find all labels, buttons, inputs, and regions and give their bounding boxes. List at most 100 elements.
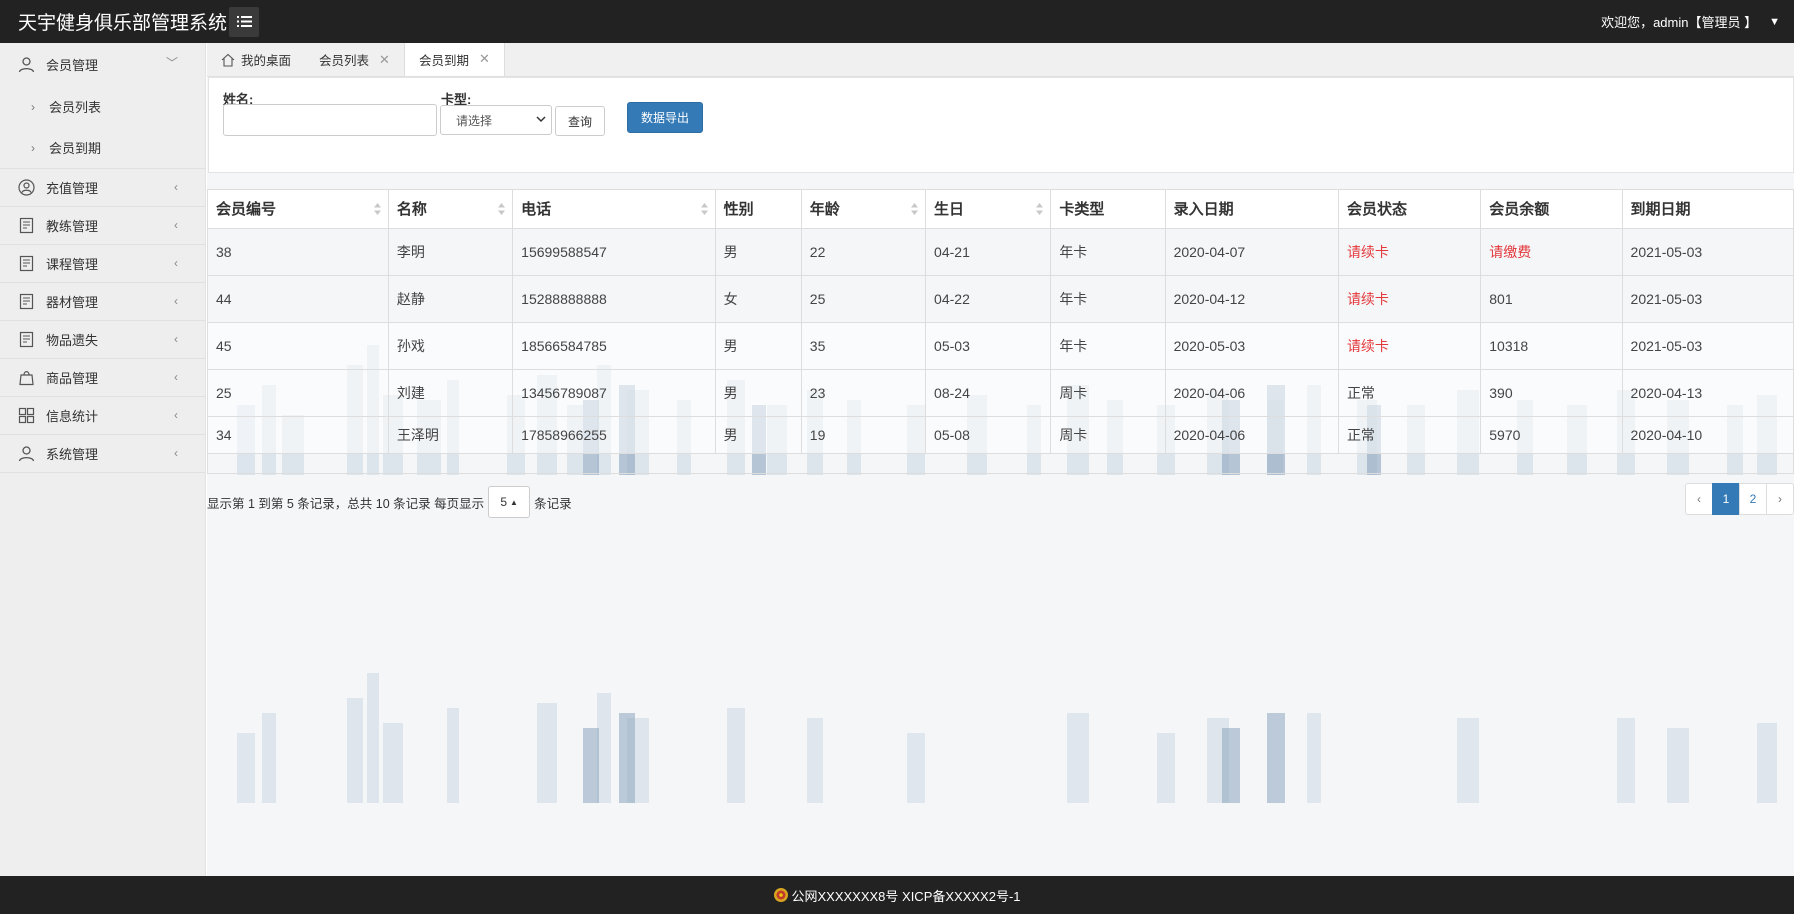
close-icon[interactable]: ✕: [479, 51, 490, 67]
table-row: 25 刘建 13456789087 男 23 08-24 周卡 2020-04-…: [208, 369, 1794, 417]
table-cell: 19: [801, 416, 927, 454]
table-cell: 王泽明: [388, 416, 514, 454]
welcome-text: 欢迎您，admin【管理员 】: [1601, 15, 1758, 30]
table-cell: 赵静: [388, 275, 514, 323]
footer-text: 公网XXXXXXX8号 XICP备XXXXX2号-1: [791, 888, 1021, 904]
sidebar: 会员管理 ﹀ › 会员列表 › 会员到期 充值管理 ‹ 教练管理 ‹ 课程管理 …: [0, 43, 206, 876]
table-cell: 年卡: [1050, 322, 1166, 370]
tab-my-desktop[interactable]: 我的桌面: [207, 43, 305, 76]
chevron-left-icon: ‹: [174, 446, 178, 460]
sidebar-item-label: 系统管理: [46, 447, 99, 462]
balance-cell: 801: [1480, 275, 1623, 323]
table-row: 45 孙戏 18566584785 男 35 05-03 年卡 2020-05-…: [208, 322, 1794, 370]
export-data-button[interactable]: 数据导出: [627, 102, 703, 133]
tab-label: 我的桌面: [241, 54, 292, 68]
table-cell: 38: [208, 228, 389, 276]
table-cell: 22: [801, 228, 927, 276]
chevron-right-icon: ›: [31, 140, 35, 155]
sidebar-subitem-member-list[interactable]: › 会员列表: [0, 86, 205, 127]
table-cell: 2020-04-10: [1622, 416, 1794, 454]
sidebar-item-products[interactable]: 商品管理 ‹: [0, 359, 205, 397]
column-header[interactable]: 会员编号: [208, 190, 389, 229]
name-input[interactable]: [223, 104, 437, 136]
tab-member-expiry[interactable]: 会员到期 ✕: [403, 43, 505, 76]
grid-icon: [17, 407, 35, 425]
table-cell: 17858966255: [512, 416, 716, 454]
table-cell: 08-24: [925, 369, 1052, 417]
sidebar-item-statistics[interactable]: 信息统计 ‹: [0, 397, 205, 435]
column-header: 会员余额: [1480, 190, 1623, 229]
sidebar-item-lost-items[interactable]: 物品遗失 ‹: [0, 321, 205, 359]
sort-icon[interactable]: [700, 202, 709, 216]
column-header: 录入日期: [1165, 190, 1339, 229]
chevron-right-icon: ›: [31, 99, 35, 114]
table-cell: 男: [715, 369, 802, 417]
table-cell: 周卡: [1050, 369, 1166, 417]
table-cell: 2020-04-07: [1165, 228, 1339, 276]
table-cell: 15288888888: [512, 275, 716, 323]
sidebar-item-label: 教练管理: [46, 219, 99, 234]
table-cell: 05-03: [925, 322, 1052, 370]
tab-label: 会员到期: [418, 53, 469, 68]
column-header[interactable]: 年龄: [801, 190, 927, 229]
table-cell: 孙戏: [388, 322, 514, 370]
close-icon[interactable]: ✕: [379, 52, 390, 68]
clipboard-icon: [17, 217, 35, 235]
search-panel: 姓名: 卡型: 请选择 查询 数据导出: [208, 77, 1794, 173]
user-menu[interactable]: 欢迎您，admin【管理员 】 ▼: [1601, 0, 1780, 43]
balance-cell: 5970: [1480, 416, 1623, 454]
sidebar-item-member-management[interactable]: 会员管理 ﹀: [0, 43, 205, 86]
caret-down-icon[interactable]: ▼: [1769, 16, 1780, 28]
home-icon: [221, 53, 235, 67]
sidebar-item-recharge[interactable]: 充值管理 ‹: [0, 169, 205, 207]
table-cell: 2020-04-13: [1622, 369, 1794, 417]
sort-icon[interactable]: [910, 202, 919, 216]
table-cell: 34: [208, 416, 389, 454]
page-1-button[interactable]: 1: [1712, 483, 1740, 515]
next-page-button[interactable]: ›: [1766, 483, 1794, 515]
police-badge-icon: [774, 888, 789, 902]
sidebar-item-system[interactable]: 系统管理 ‹: [0, 435, 205, 473]
query-button[interactable]: 查询: [555, 106, 605, 136]
sort-icon[interactable]: [497, 202, 506, 216]
balance-cell: 390: [1480, 369, 1623, 417]
sidebar-item-label: 课程管理: [46, 257, 99, 272]
main-content: 我的桌面 会员列表 ✕ 会员到期 ✕ 姓名: 卡型: 请选择 查询 数据导出 会…: [207, 43, 1794, 876]
sidebar-item-label: 会员管理: [46, 58, 99, 73]
table-cell: 04-22: [925, 275, 1052, 323]
sort-icon[interactable]: [1035, 202, 1044, 216]
sidebar-item-course[interactable]: 课程管理 ‹: [0, 245, 205, 283]
app-title: 天宇健身俱乐部管理系统: [18, 13, 228, 34]
page-2-button[interactable]: 2: [1739, 483, 1767, 515]
chevron-left-icon: ‹: [174, 218, 178, 232]
table-cell: 13456789087: [512, 369, 716, 417]
table-row: 34 王泽明 17858966255 男 19 05-08 周卡 2020-04…: [208, 416, 1794, 454]
sidebar-subitem-member-expiry[interactable]: › 会员到期: [0, 127, 205, 168]
status-cell: 请续卡: [1338, 275, 1482, 323]
member-submenu: › 会员列表 › 会员到期: [0, 86, 205, 169]
sidebar-subitem-label: 会员到期: [49, 141, 102, 156]
sidebar-item-coach[interactable]: 教练管理 ‹: [0, 207, 205, 245]
status-cell: 正常: [1338, 416, 1482, 454]
chevron-left-icon: ‹: [174, 294, 178, 308]
status-cell: 请续卡: [1338, 322, 1482, 370]
tab-member-list[interactable]: 会员列表 ✕: [305, 43, 404, 76]
column-header[interactable]: 电话: [512, 190, 716, 229]
skyline-background-image: [237, 673, 1777, 803]
card-type-select[interactable]: 请选择: [440, 105, 552, 135]
page-size-dropdown[interactable]: 5 ▲: [488, 486, 531, 518]
chevron-down-icon: [536, 116, 546, 123]
column-header: 卡类型: [1050, 190, 1166, 229]
column-header[interactable]: 生日: [925, 190, 1052, 229]
list-icon: [236, 16, 252, 27]
table-cell: 04-21: [925, 228, 1052, 276]
menu-toggle-button[interactable]: [229, 6, 260, 37]
prev-page-button[interactable]: ‹: [1685, 483, 1713, 515]
table-cell: 35: [801, 322, 927, 370]
sidebar-subitem-label: 会员列表: [49, 100, 102, 115]
sort-icon[interactable]: [373, 202, 382, 216]
sidebar-item-equipment[interactable]: 器材管理 ‹: [0, 283, 205, 321]
pagination: ‹ 1 2 ›: [1685, 483, 1794, 515]
user-icon: [17, 445, 35, 463]
column-header[interactable]: 名称: [388, 190, 514, 229]
